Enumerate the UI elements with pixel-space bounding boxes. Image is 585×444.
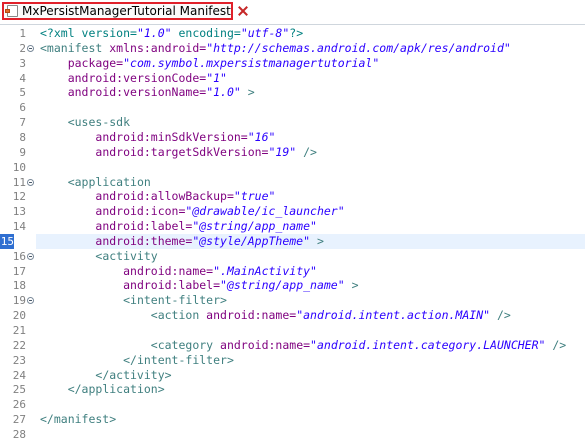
- source-editor[interactable]: 1 2 3 4 5 6 7 8 9 10 11 12 13 14 15 16 17 18 19 20 21 22 23 24 2…: [0, 25, 585, 444]
- manifest-editor-window: MxPersistManagerTutorial Manifest 123456…: [0, 0, 585, 444]
- line-number: 6: [19, 101, 26, 115]
- tab-title: MxPersistManagerTutorial Manifest: [22, 4, 231, 18]
- line-number: 7: [19, 116, 26, 130]
- line-number: 10: [12, 160, 26, 174]
- editor-tab-bar: MxPersistManagerTutorial Manifest: [0, 0, 585, 25]
- code-line: android:label="@string/app_name": [95, 219, 317, 234]
- code-line: android:versionName="1.0" >: [67, 85, 255, 100]
- code-line: android:name=".MainActivity": [123, 263, 317, 278]
- line-number: 3: [19, 56, 26, 70]
- code-area[interactable]: <?xml version="1.0" encoding="utf-8"?> <m…: [36, 25, 585, 444]
- code-line: android:label="@string/app_name" >: [123, 278, 359, 293]
- code-line: <activity: [95, 248, 158, 263]
- code-line: </intent-filter>: [123, 352, 234, 367]
- line-number: 12: [12, 190, 26, 204]
- line-number: 22: [12, 338, 26, 352]
- line-number-gutter: 1 2 3 4 5 6 7 8 9 10 11 12 13 14 15 16 17 18 19 20 21 22 23 24 2…: [0, 25, 36, 444]
- code-line: </activity>: [95, 367, 172, 382]
- code-line: android:theme="@style/AppTheme" >: [95, 233, 324, 248]
- line-number: 28: [12, 427, 26, 441]
- line-number: 16: [12, 249, 26, 263]
- line-number: 19: [12, 294, 26, 308]
- code-line: <intent-filter>: [123, 293, 227, 308]
- code-line: android:targetSdkVersion="19" />: [95, 144, 317, 159]
- collapse-icon[interactable]: [27, 178, 34, 186]
- code-line: <application: [67, 174, 151, 189]
- line-number: 25: [12, 383, 26, 397]
- line-number: 2: [19, 41, 26, 55]
- code-line: <uses-sdk: [67, 115, 131, 130]
- code-line: </manifest>: [40, 412, 117, 427]
- code-line: android:versionCode="1": [67, 70, 227, 85]
- code-line: package="com.symbol.mxpersistmanagertuto…: [67, 55, 380, 70]
- line-number: 23: [12, 353, 26, 367]
- line-number: 20: [12, 309, 26, 323]
- line-number: 8: [19, 130, 26, 144]
- line-number: 24: [12, 368, 26, 382]
- code-line: android:allowBackup="true": [95, 189, 276, 204]
- code-line: android:icon="@drawable/ic_launcher": [95, 204, 345, 219]
- code-line: <manifest xmlns:android="http://schemas.…: [40, 40, 511, 55]
- line-number: 26: [12, 398, 26, 412]
- line-number: 17: [12, 264, 26, 278]
- collapse-icon[interactable]: [27, 44, 34, 52]
- line-number: 14: [12, 220, 26, 234]
- tab-manifest[interactable]: MxPersistManagerTutorial Manifest: [2, 2, 233, 20]
- xml-file-icon: [5, 5, 18, 17]
- line-number: 5: [19, 86, 26, 100]
- line-number: 13: [12, 205, 26, 219]
- line-number: 1: [19, 27, 26, 40]
- line-number: 4: [19, 71, 26, 85]
- line-number: 9: [19, 145, 26, 159]
- line-number: 15: [0, 233, 14, 249]
- code-line: android:minSdkVersion="16": [95, 129, 276, 144]
- line-number: 21: [12, 324, 26, 337]
- line-number: 18: [12, 279, 26, 293]
- line-number: 11: [12, 175, 26, 189]
- line-number: 27: [12, 413, 26, 427]
- code-line: </application>: [67, 382, 165, 397]
- collapse-icon[interactable]: [27, 297, 34, 305]
- code-line: <category android:name="android.intent.c…: [150, 337, 567, 352]
- code-line: <action android:name="android.intent.act…: [150, 308, 511, 323]
- collapse-icon[interactable]: [27, 252, 34, 260]
- code-line: <?xml version="1.0" encoding="utf-8"?>: [40, 26, 304, 40]
